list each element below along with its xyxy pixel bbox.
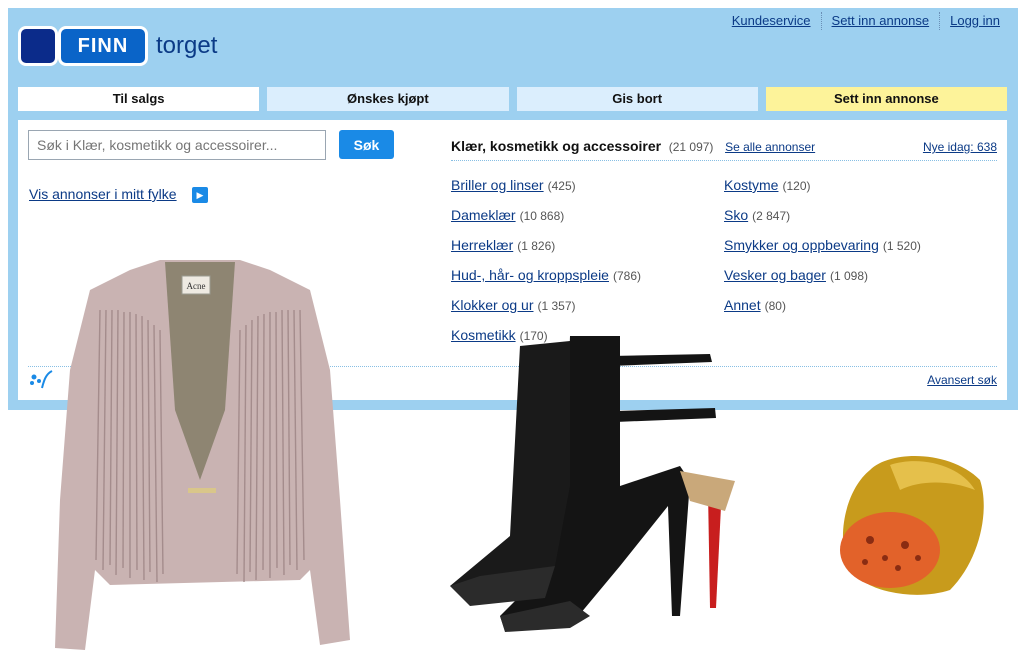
list-item: Hud-, hår- og kroppspleie (786) — [451, 266, 641, 296]
login-link[interactable]: Logg inn — [939, 12, 1000, 30]
category-header: Klær, kosmetikk og accessoirer (21 097) … — [451, 138, 997, 161]
subcategory-count: (1 520) — [882, 239, 921, 253]
tab-post-ad[interactable]: Sett inn annonse — [765, 87, 1007, 111]
subcategory-count: (425) — [547, 179, 576, 193]
ring-image[interactable] — [830, 450, 990, 600]
category-title: Klær, kosmetikk og accessoirer — [451, 138, 662, 154]
subcategory-count: (80) — [764, 299, 786, 313]
list-item: Briller og linser (425) — [451, 176, 641, 206]
subcategory-link[interactable]: Briller og linser — [451, 177, 544, 193]
tab-wanted[interactable]: Ønskes kjøpt — [267, 87, 509, 111]
list-item: Annet (80) — [724, 296, 921, 326]
subcategory-count: (2 847) — [752, 209, 791, 223]
subcategory-link[interactable]: Kostyme — [724, 177, 778, 193]
jacket-image[interactable]: Acne — [40, 250, 360, 658]
boots-image[interactable] — [450, 336, 740, 636]
subcategory-link[interactable]: Herreklær — [451, 237, 513, 253]
list-item: Kostyme (120) — [724, 176, 921, 206]
subcategory-count: (1 098) — [829, 269, 868, 283]
logo-text: FINN — [58, 26, 148, 66]
tab-giveaway[interactable]: Gis bort — [516, 87, 758, 111]
subcategory-count: (786) — [612, 269, 641, 283]
subcategory-count: (120) — [782, 179, 811, 193]
subcategory-count: (10 868) — [519, 209, 565, 223]
list-item: Sko (2 847) — [724, 206, 921, 236]
search-input[interactable] — [28, 130, 326, 160]
advanced-search-link[interactable]: Avansert søk — [927, 373, 997, 387]
section-title: torget — [156, 32, 218, 59]
list-item: Herreklær (1 826) — [451, 236, 641, 266]
tab-for-sale[interactable]: Til salgs — [18, 87, 260, 111]
subcategory-link[interactable]: Annet — [724, 297, 761, 313]
list-item: Smykker og oppbevaring (1 520) — [724, 236, 921, 266]
tab-bar: Til salgs Ønskes kjøpt Gis bort Sett inn… — [18, 87, 1007, 111]
subcategory-link[interactable]: Hud-, hår- og kroppspleie — [451, 267, 609, 283]
list-item: Klokker og ur (1 357) — [451, 296, 641, 326]
customer-service-link[interactable]: Kundeservice — [722, 12, 821, 30]
subcategory-link[interactable]: Dameklær — [451, 207, 516, 223]
top-links: Kundeservice Sett inn annonse Logg inn — [722, 12, 1000, 30]
county-link[interactable]: Vis annonser i mitt fylke — [29, 186, 177, 202]
jacket-label: Acne — [187, 281, 206, 291]
subcategory-count: (1 357) — [537, 299, 576, 313]
subcategory-link[interactable]: Vesker og bager — [724, 267, 826, 283]
search-button[interactable]: Søk — [339, 130, 394, 159]
subcategory-list-left: Briller og linser (425) Dameklær (10 868) … — [451, 176, 641, 356]
subcategory-list-right: Kostyme (120) Sko (2 847) Smykker og oppbe… — [724, 176, 921, 326]
subcategory-link[interactable]: Sko — [724, 207, 748, 223]
list-item: Dameklær (10 868) — [451, 206, 641, 236]
subcategory-link[interactable]: Smykker og oppbevaring — [724, 237, 879, 253]
logo-square — [18, 26, 58, 66]
play-arrow-icon[interactable]: ▶ — [192, 187, 208, 203]
new-today-link[interactable]: Nye idag: 638 — [923, 140, 997, 154]
finn-logo[interactable]: FINN — [18, 26, 148, 66]
list-item: Vesker og bager (1 098) — [724, 266, 921, 296]
post-ad-link[interactable]: Sett inn annonse — [820, 12, 940, 30]
subcategory-count: (1 826) — [517, 239, 556, 253]
see-all-link[interactable]: Se alle annonser — [725, 140, 815, 154]
category-count: (21 097) — [668, 140, 714, 154]
subcategory-link[interactable]: Klokker og ur — [451, 297, 533, 313]
